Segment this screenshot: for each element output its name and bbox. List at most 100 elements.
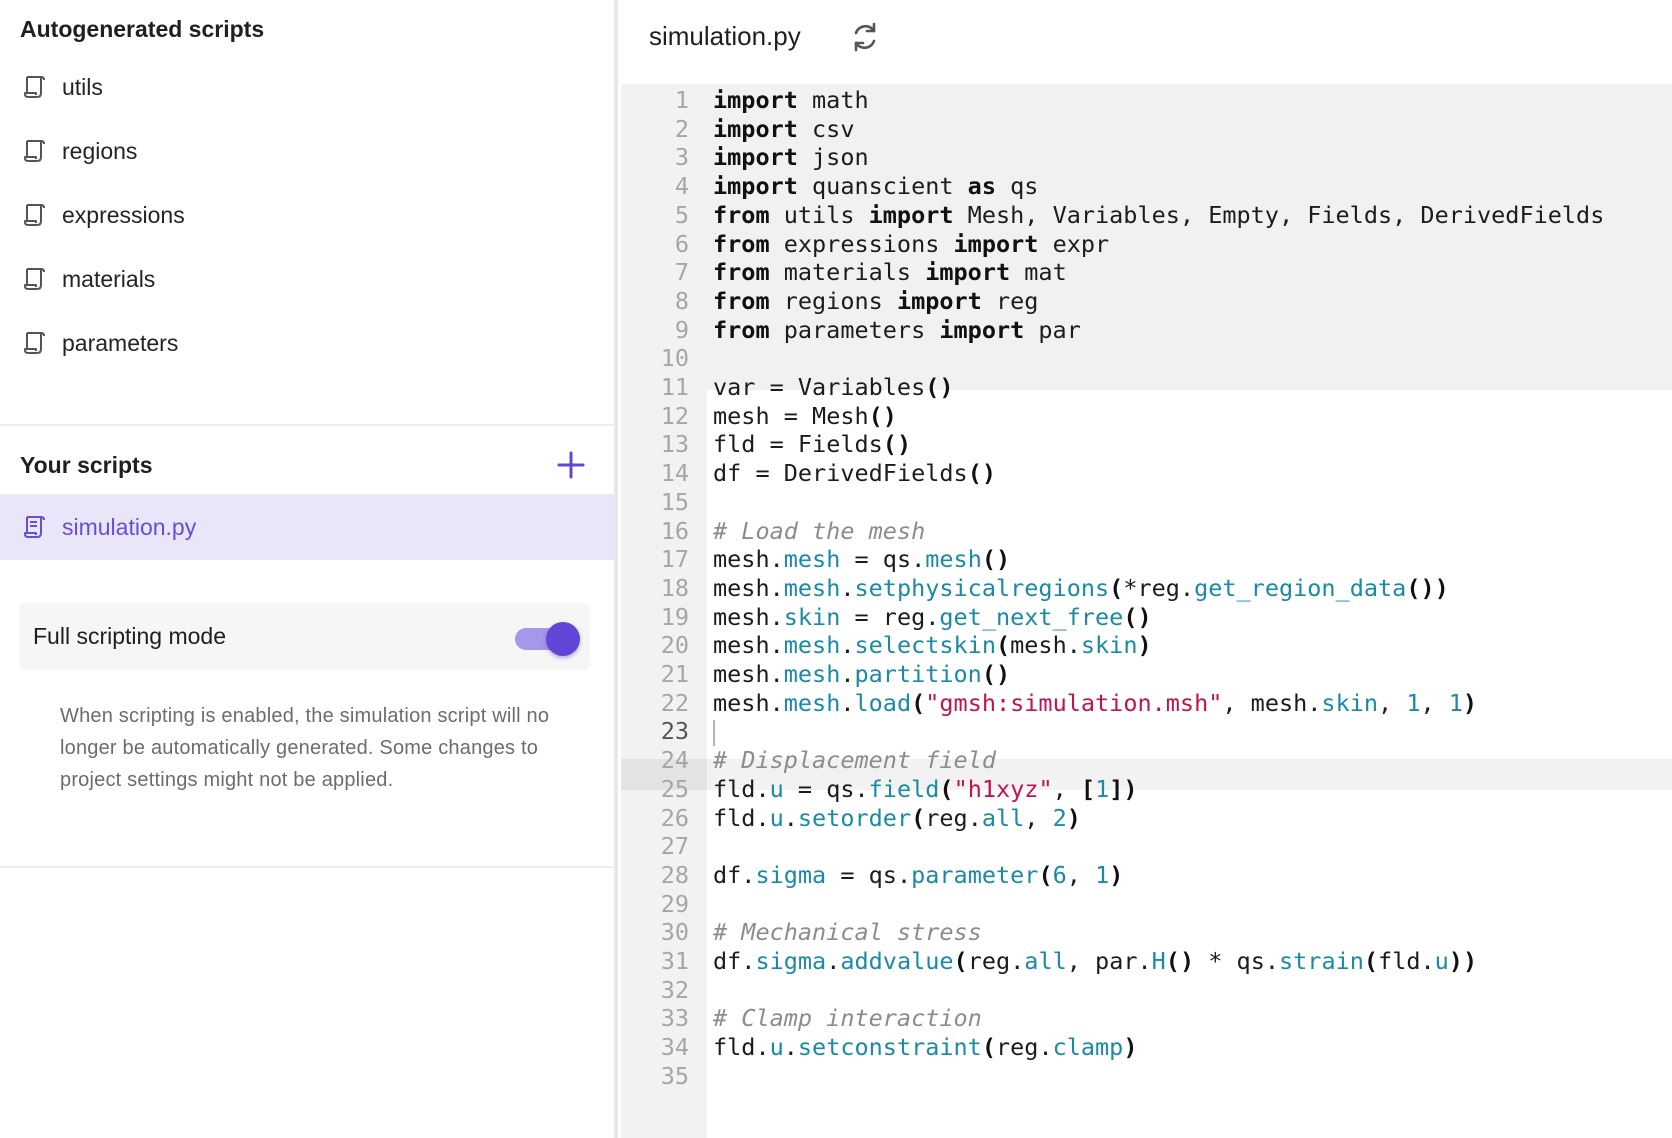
code-line[interactable]: mesh.mesh.partition() (713, 659, 1010, 690)
code-line[interactable]: from materials import mat (713, 257, 1067, 288)
code-token: H (1151, 947, 1166, 975)
code-line[interactable]: fld.u = qs.field("h1xyz", [1]) (713, 774, 1138, 805)
editor-panel: simulation.py 1 2 3 4 5 6 7 8 9 10 11 12 13 14 15 16 17 1… (618, 0, 1672, 1138)
code-line[interactable]: mesh.skin = reg.get_next_free() (713, 602, 1152, 633)
code-token: fld. (1378, 947, 1435, 975)
code-line[interactable]: df.sigma.addvalue(reg.all, par.H() * qs.… (713, 946, 1477, 977)
code-token: Fields (783, 430, 883, 459)
line-number: 29 (660, 889, 689, 918)
code-token: . (840, 631, 855, 660)
code-token: ( (1363, 947, 1379, 975)
code-token: u (769, 774, 784, 803)
code-token: . (840, 660, 855, 688)
code-editor[interactable]: 1 2 3 4 5 6 7 8 9 10 11 12 13 14 15 16 17 18 19 20 21 22 23 24 2… (621, 84, 1672, 1138)
code-line[interactable]: var = Variables() (713, 372, 954, 403)
code-token: all (1024, 947, 1067, 975)
code-line[interactable]: mesh.mesh = qs.mesh() (713, 544, 1010, 575)
code-token: mat (1010, 258, 1067, 287)
code-token: = (769, 430, 784, 459)
code-token: from (713, 315, 770, 344)
line-number: 19 (660, 602, 689, 631)
code-line[interactable]: import math (713, 85, 869, 116)
code-token: = (783, 401, 798, 430)
code-line[interactable]: df = DerivedFields() (713, 458, 996, 489)
code-line[interactable]: fld.u.setconstraint(reg.clamp) (713, 1032, 1138, 1063)
line-number: 34 (660, 1033, 689, 1062)
code-area[interactable]: import math import csv import json import q… (707, 84, 1672, 1138)
code-line[interactable]: from utils import Mesh, Variables, Empty… (713, 200, 1604, 231)
code-line[interactable]: from regions import reg (713, 286, 1038, 317)
sidebar-item-label: utils (62, 73, 103, 100)
code-token: df. (713, 947, 756, 975)
code-token: par (1024, 315, 1081, 344)
code-token: 1 (1095, 774, 1110, 803)
code-token: fld. (713, 774, 770, 803)
code-token: parameter (911, 860, 1039, 889)
full-scripting-toggle[interactable] (515, 622, 580, 656)
code-line[interactable]: # Mechanical stress (713, 917, 982, 948)
line-number: 12 (660, 401, 689, 430)
code-token: () (981, 545, 1011, 574)
code-token: = (769, 373, 784, 401)
sidebar-item-label: expressions (62, 201, 185, 228)
full-scripting-card: Full scripting mode (19, 603, 590, 670)
line-number: 9 (674, 315, 689, 344)
code-line[interactable]: df.sigma = qs.parameter(6, 1) (713, 860, 1123, 891)
code-token: . (840, 573, 855, 602)
code-token: mesh. (713, 602, 784, 631)
script-icon (24, 76, 45, 98)
code-token: import (713, 172, 798, 201)
code-token: . (783, 803, 798, 832)
code-token: # Mechanical stress (713, 918, 982, 947)
code-token: Mesh, Variables, Empty, Fields, DerivedF… (953, 200, 1605, 229)
code-token: selectskin (854, 631, 996, 660)
code-line[interactable]: fld = Fields() (713, 429, 911, 460)
code-token: from (713, 258, 770, 287)
line-number-gutter: 1 2 3 4 5 6 7 8 9 10 11 12 13 14 15 16 17 18 19 20 21 22 23 24 2… (621, 84, 707, 1138)
code-token: # Clamp interaction (713, 1004, 982, 1033)
code-token: = (783, 774, 827, 803)
code-line[interactable]: mesh = Mesh() (713, 401, 897, 432)
line-number: 23 (660, 717, 689, 746)
sidebar-item-utils[interactable]: utils (0, 54, 614, 120)
sidebar-item-simulation[interactable]: simulation.py (0, 494, 614, 560)
code-line[interactable]: mesh.mesh.selectskin(mesh.skin) (713, 630, 1152, 661)
sidebar-item-parameters[interactable]: parameters (0, 310, 614, 376)
code-token: mesh (783, 573, 841, 602)
code-line[interactable]: # Load the mesh (713, 516, 925, 547)
code-token: reg. (1137, 573, 1195, 602)
code-token: setconstraint (797, 1033, 982, 1062)
code-token: * (1194, 947, 1237, 975)
code-token: . (826, 947, 841, 975)
code-line[interactable]: mesh.mesh.load("gmsh:simulation.msh", me… (713, 688, 1477, 719)
refresh-icon[interactable] (848, 20, 882, 54)
line-number: 35 (660, 1061, 689, 1090)
code-line[interactable]: mesh.mesh.setphysicalregions(*reg.get_re… (713, 573, 1449, 604)
sidebar-item-materials[interactable]: materials (0, 246, 614, 312)
line-number: 6 (674, 229, 689, 258)
code-line[interactable]: # Displacement field (713, 745, 996, 776)
code-line[interactable] (713, 716, 715, 747)
code-token: setorder (797, 803, 912, 832)
code-token: partition (854, 660, 982, 688)
sidebar-item-expressions[interactable]: expressions (0, 182, 614, 248)
sidebar-item-label: parameters (62, 329, 179, 356)
code-line[interactable]: import quanscient as qs (713, 171, 1038, 202)
code-line[interactable]: import csv (713, 114, 854, 145)
code-line[interactable]: # Clamp interaction (713, 1003, 982, 1034)
code-token: field (868, 774, 940, 803)
code-token: clamp (1052, 1033, 1124, 1062)
add-script-button[interactable] (556, 450, 586, 480)
sidebar-item-regions[interactable]: regions (0, 118, 614, 184)
code-line[interactable]: from expressions import expr (713, 229, 1109, 260)
code-line[interactable]: from parameters import par (713, 315, 1081, 346)
code-token: ) (1123, 1033, 1138, 1062)
code-line[interactable]: import json (713, 142, 869, 173)
code-token: 1 (1095, 860, 1110, 889)
line-number: 8 (674, 286, 689, 315)
code-token: from (713, 229, 770, 258)
code-token: () (1123, 602, 1152, 631)
code-line[interactable]: fld.u.setorder(reg.all, 2) (713, 803, 1081, 834)
code-token: reg. (996, 1033, 1053, 1062)
code-token: ( (911, 688, 926, 717)
